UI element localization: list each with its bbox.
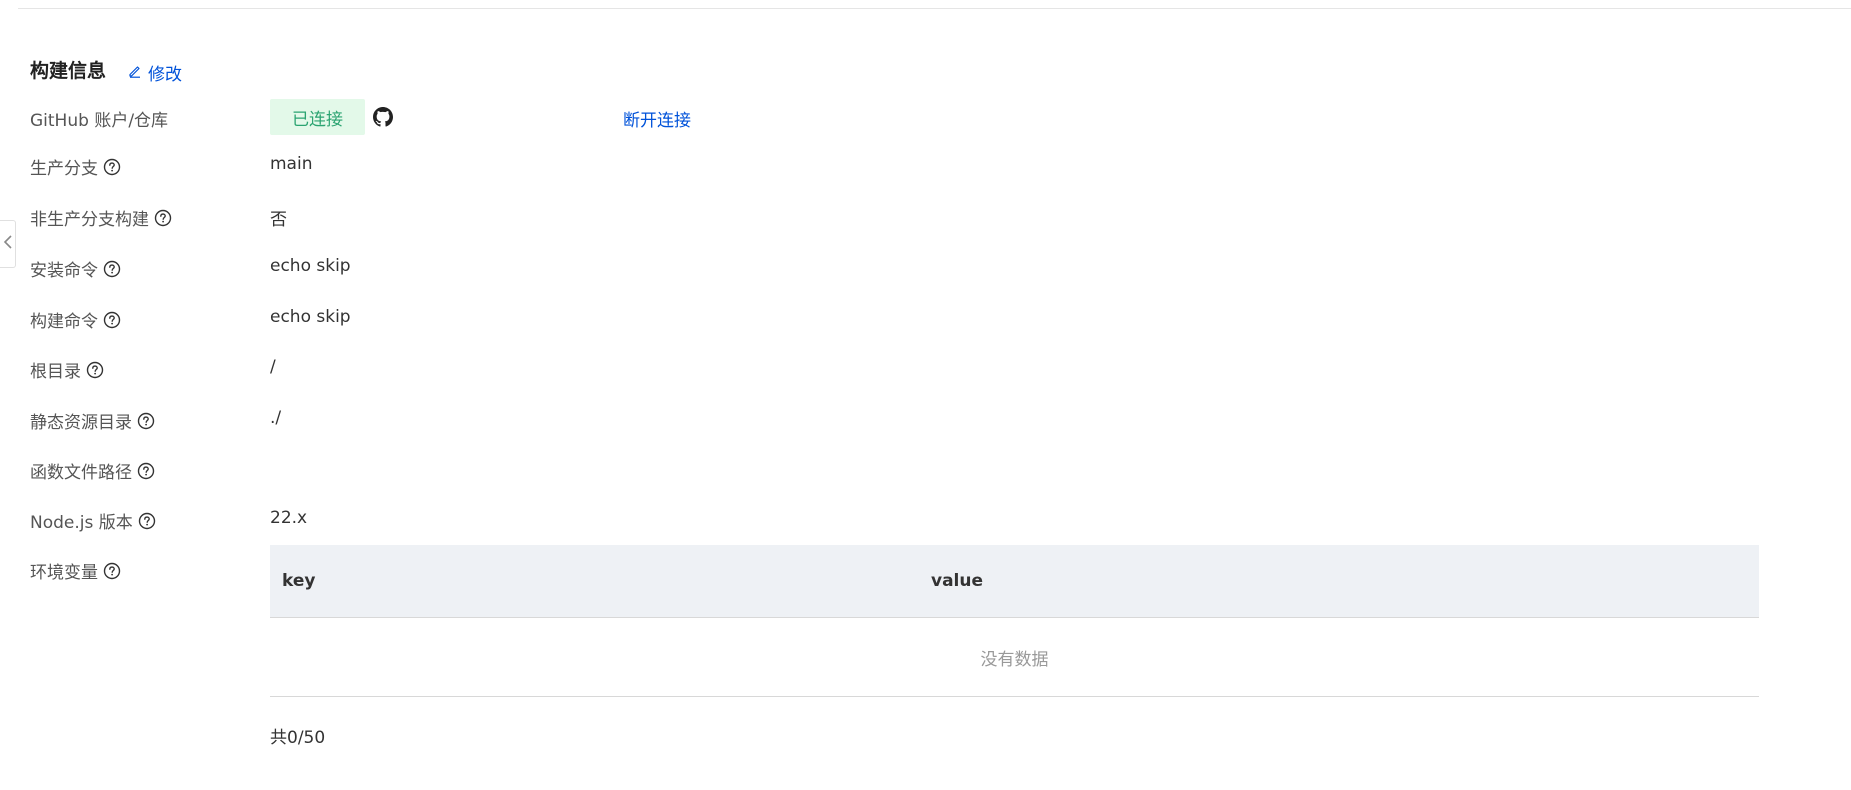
github-account-label: GitHub 账户/仓库 [30, 111, 169, 131]
chevron-left-icon [3, 234, 13, 254]
env-variables-table: key value 没有数据 [270, 545, 1759, 697]
edit-label: 修改 [148, 65, 182, 85]
install-command-label: 安装命令 [30, 256, 121, 281]
help-circle-icon[interactable] [138, 512, 156, 530]
help-circle-icon[interactable] [103, 158, 121, 176]
column-header-key: key [282, 571, 316, 591]
help-circle-icon[interactable] [137, 412, 155, 430]
help-circle-icon[interactable] [86, 361, 104, 379]
help-circle-icon[interactable] [103, 311, 121, 329]
help-circle-icon[interactable] [103, 562, 121, 580]
top-divider [18, 8, 1851, 9]
connection-status-badge: 已连接 [270, 99, 365, 135]
nodejs-version-label: Node.js 版本 [30, 508, 156, 533]
edit-button[interactable]: 修改 [128, 60, 182, 85]
production-branch-label: 生产分支 [30, 154, 121, 179]
disconnect-button[interactable]: 断开连接 [623, 106, 691, 131]
env-variables-label: 环境变量 [30, 558, 121, 583]
functions-path-label: 函数文件路径 [30, 458, 155, 483]
non-production-build-value: 否 [270, 210, 287, 230]
table-empty-state: 没有数据 [270, 618, 1759, 697]
root-directory-label: 根目录 [30, 357, 104, 382]
production-branch-value: main [270, 154, 313, 174]
sidebar-collapse-button[interactable] [0, 220, 16, 268]
help-circle-icon[interactable] [103, 260, 121, 278]
github-icon [373, 107, 393, 131]
static-assets-directory-label: 静态资源目录 [30, 408, 155, 433]
static-assets-directory-value: ./ [270, 408, 282, 428]
column-header-value: value [931, 571, 984, 591]
help-circle-icon[interactable] [154, 209, 172, 227]
pagination-total: 共0/50 [270, 728, 326, 748]
build-command-label: 构建命令 [30, 307, 121, 332]
table-header: key value [270, 545, 1759, 618]
help-circle-icon[interactable] [137, 462, 155, 480]
build-command-value: echo skip [270, 307, 351, 327]
section-title: 构建信息 [30, 60, 107, 82]
root-directory-value: / [270, 357, 276, 377]
edit-icon [128, 63, 148, 83]
install-command-value: echo skip [270, 256, 351, 276]
non-production-build-label: 非生产分支构建 [30, 205, 172, 230]
nodejs-version-value: 22.x [270, 508, 308, 528]
